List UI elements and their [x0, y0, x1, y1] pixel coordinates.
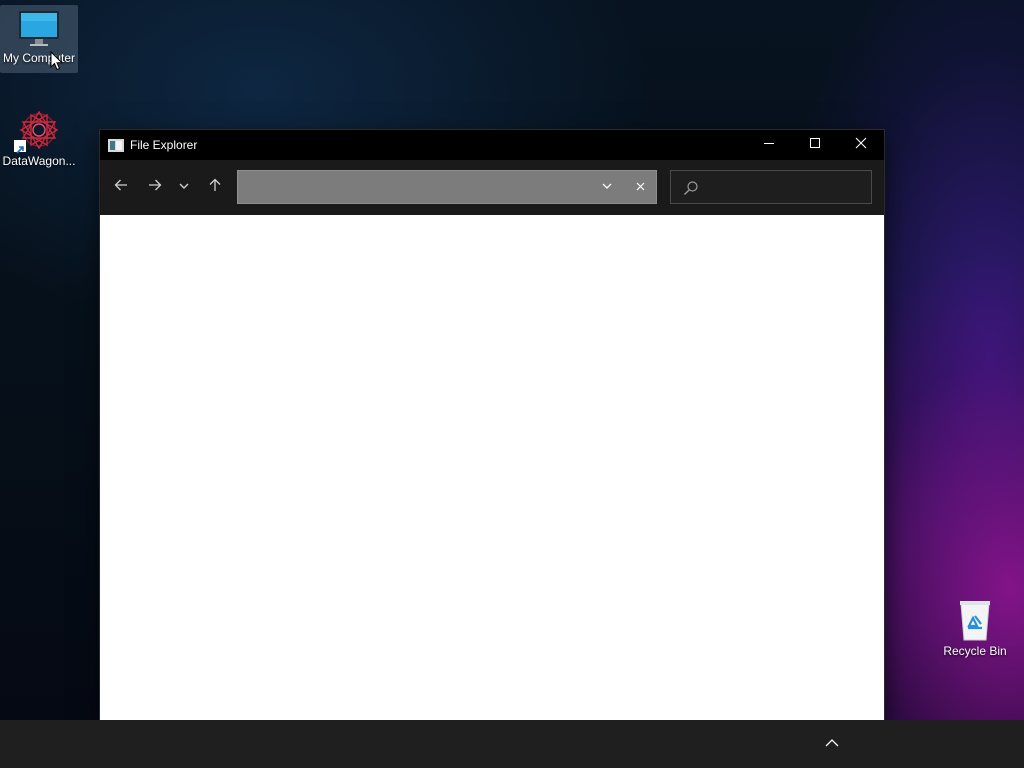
file-list-area[interactable]: [100, 215, 884, 720]
file-explorer-app-icon: [108, 138, 124, 152]
back-arrow-icon: [114, 178, 128, 197]
minimize-button[interactable]: [746, 130, 792, 160]
file-explorer-window: File Explorer: [100, 130, 884, 720]
window-titlebar[interactable]: File Explorer: [100, 130, 884, 160]
desktop-icon-label: Recycle Bin: [943, 644, 1007, 658]
window-controls: [746, 130, 884, 160]
back-button[interactable]: [107, 174, 135, 200]
search-input[interactable]: [705, 171, 869, 205]
address-dropdown-button[interactable]: [596, 171, 618, 203]
shortcut-arrow-icon: [14, 140, 26, 154]
maximize-icon: [809, 136, 821, 154]
recent-locations-button[interactable]: [172, 174, 196, 200]
desktop-icon-recycle-bin[interactable]: Recycle Bin: [936, 594, 1014, 662]
show-hidden-icons-button[interactable]: [816, 730, 848, 758]
up-button[interactable]: [201, 174, 229, 200]
monitor-icon: [0, 9, 78, 49]
forward-button[interactable]: [141, 174, 169, 200]
window-title: File Explorer: [130, 138, 198, 152]
navigation-toolbar: [100, 160, 884, 215]
recycle-bin-icon: [936, 598, 1014, 642]
maximize-button[interactable]: [792, 130, 838, 160]
forward-arrow-icon: [148, 178, 162, 197]
desktop-icon-my-computer[interactable]: My Computer: [0, 5, 78, 73]
address-input[interactable]: [244, 171, 588, 205]
desktop-icon-datawagon[interactable]: DataWagon...: [0, 104, 78, 172]
datawagon-app-icon: [0, 108, 78, 152]
show-hidden-icons-chevron-icon: [825, 735, 839, 753]
up-arrow-icon: [208, 178, 222, 197]
chevron-down-icon: [602, 178, 612, 196]
recent-locations-chevron-icon: [179, 178, 189, 196]
desktop-icon-label: My Computer: [2, 51, 76, 65]
close-button[interactable]: [838, 130, 884, 160]
search-box[interactable]: [670, 170, 872, 205]
address-bar[interactable]: [237, 170, 657, 205]
search-icon: [683, 180, 699, 196]
close-icon: [855, 136, 867, 154]
minimize-icon: [763, 136, 775, 154]
close-icon: [636, 178, 645, 196]
taskbar: [0, 720, 1024, 768]
address-clear-button[interactable]: [628, 171, 652, 203]
desktop-icon-label: DataWagon...: [2, 154, 76, 168]
